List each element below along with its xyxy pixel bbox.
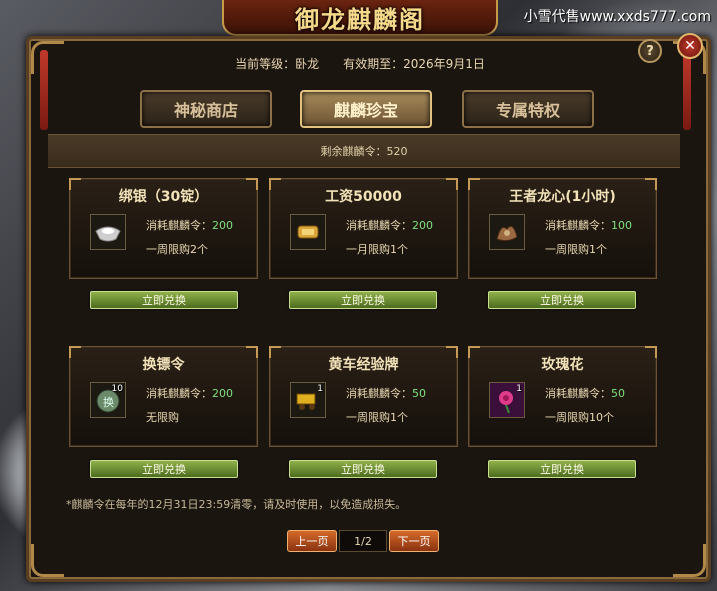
silver-ingot-icon[interactable]	[90, 214, 126, 250]
tab-bar: 神秘商店 麒麟珍宝 专属特权	[140, 90, 594, 128]
next-page-button[interactable]: 下一页	[389, 530, 439, 552]
cost-value: 200	[212, 219, 233, 232]
token-remaining: 剩余麒麟令：520	[320, 145, 408, 158]
redeem-button[interactable]: 立即兑换	[488, 460, 636, 478]
shop-item-card: 工资50000 消耗麒麟令：200 一月限购1个	[269, 178, 458, 279]
item-title: 工资50000	[325, 189, 402, 205]
item-quantity: 1	[516, 384, 522, 394]
cost-value: 200	[412, 219, 433, 232]
cost-label: 消耗麒麟令：	[545, 219, 611, 232]
gold-scroll-icon[interactable]	[290, 214, 326, 250]
item-title: 绑银（30锭）	[118, 189, 209, 205]
cost-label: 消耗麒麟令：	[346, 219, 412, 232]
item-title: 黄车经验牌	[328, 357, 399, 373]
shop-item-card: 王者龙心(1小时) 消耗麒麟令：100 一周限购1个	[468, 178, 657, 279]
window-title: 御龙麒麟阁	[222, 0, 498, 36]
cost-label: 消耗麒麟令：	[146, 219, 212, 232]
cost-label: 消耗麒麟令：	[146, 387, 212, 400]
purchase-limit: 一周限购10个	[545, 411, 614, 424]
shop-item-card: 绑银（30锭） 消耗麒麟令：200 一周限购2个	[69, 178, 258, 279]
cost-value: 50	[412, 387, 426, 400]
shop-item-card: 换镖令 换 10 消耗麒麟令：200 无限购	[69, 346, 258, 447]
purchase-limit: 一月限购1个	[346, 243, 408, 256]
cost-value: 100	[611, 219, 632, 232]
redeem-button[interactable]: 立即兑换	[289, 460, 437, 478]
redeem-button[interactable]: 立即兑换	[488, 291, 636, 309]
cost-label: 消耗麒麟令：	[346, 387, 412, 400]
dragon-heart-icon[interactable]	[489, 214, 525, 250]
tab-qilin-treasure[interactable]: 麒麟珍宝	[300, 90, 432, 128]
cost-value: 200	[212, 387, 233, 400]
shop-item-card: 黄车经验牌 1 消耗麒麟令：50 一周限购1个	[269, 346, 458, 447]
tassel-ornament	[683, 50, 691, 130]
status-bar: 当前等级：卧龙 有效期至：2026年9月1日	[95, 52, 625, 74]
frame-corner-ornament	[673, 544, 706, 577]
purchase-limit: 一周限购1个	[346, 411, 408, 424]
purchase-limit: 一周限购1个	[545, 243, 607, 256]
item-quantity: 10	[111, 384, 123, 394]
expiry-date: 有效期至：2026年9月1日	[343, 56, 485, 71]
redeem-button[interactable]: 立即兑换	[90, 460, 238, 478]
cost-value: 50	[611, 387, 625, 400]
cost-label: 消耗麒麟令：	[545, 387, 611, 400]
prev-page-button[interactable]: 上一页	[287, 530, 337, 552]
escort-token-icon[interactable]: 换 10	[90, 382, 126, 418]
tassel-ornament	[40, 50, 48, 130]
redeem-button[interactable]: 立即兑换	[90, 291, 238, 309]
svg-text:换: 换	[103, 395, 114, 409]
yellow-cart-plate-icon[interactable]: 1	[290, 382, 326, 418]
tab-exclusive-privilege[interactable]: 专属特权	[462, 90, 594, 128]
item-title: 玫瑰花	[541, 357, 584, 373]
purchase-limit: 无限购	[146, 411, 179, 424]
rose-icon[interactable]: 1	[489, 382, 525, 418]
purchase-limit: 一周限购2个	[146, 243, 208, 256]
current-level: 当前等级：卧龙	[235, 56, 320, 71]
shop-item-card: 玫瑰花 1 消耗麒麟令：50 一周限购10个	[468, 346, 657, 447]
close-button[interactable]: ✕	[677, 33, 703, 59]
token-reset-note: *麒麟令在每年的12月31日23:59清零，请及时使用，以免造成损失。	[66, 498, 407, 511]
watermark: 小雪代售www.xxds777.com	[523, 9, 711, 25]
tab-mystery-shop[interactable]: 神秘商店	[140, 90, 272, 128]
page-indicator: 1/2	[339, 530, 387, 552]
help-button[interactable]: ?	[638, 39, 662, 63]
token-balance: 剩余麒麟令：520	[48, 134, 680, 168]
item-title: 换镖令	[142, 357, 185, 373]
item-title: 王者龙心(1小时)	[509, 189, 616, 205]
item-quantity: 1	[317, 384, 323, 394]
redeem-button[interactable]: 立即兑换	[289, 291, 437, 309]
frame-corner-ornament	[31, 544, 64, 577]
